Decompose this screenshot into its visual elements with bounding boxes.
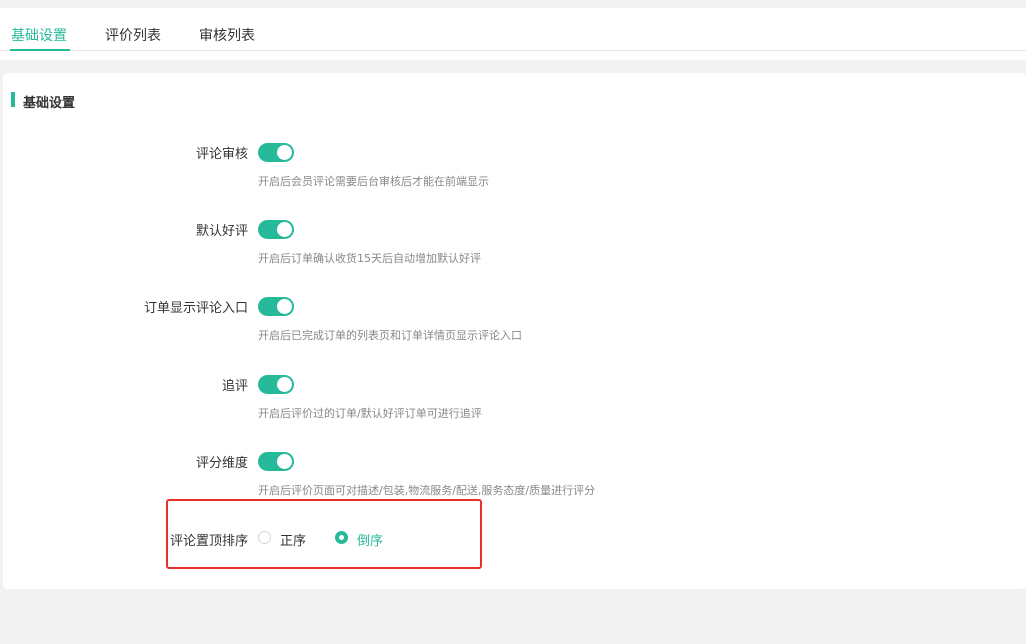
tab-basic-settings[interactable]: 基础设置 (11, 25, 67, 45)
setting-label-order-review-entry: 订单显示评论入口 (143, 301, 248, 316)
rating-dimensions-switch[interactable] (258, 452, 294, 471)
setting-hint-order-review-entry: 开启后已完成订单的列表页和订单详情页显示评论入口 (258, 329, 522, 342)
active-tab-indicator (10, 49, 70, 51)
tab-audit-list[interactable]: 审核列表 (199, 25, 255, 45)
switch-knob (277, 454, 292, 469)
setting-label-default-praise: 默认好评 (195, 224, 248, 239)
order-review-entry-switch[interactable] (258, 297, 294, 316)
switch-knob (277, 377, 292, 392)
default-praise-switch[interactable] (258, 220, 294, 239)
tab-bar: 基础设置 评价列表 审核列表 (0, 8, 1026, 60)
switch-knob (277, 145, 292, 160)
setting-label-rating-dimensions: 评分维度 (195, 456, 248, 471)
tab-divider (0, 50, 1026, 51)
switch-knob (277, 222, 292, 237)
highlight-annotation-box (166, 499, 482, 569)
follow-up-review-switch[interactable] (258, 375, 294, 394)
setting-hint-review-audit: 开启后会员评论需要后台审核后才能在前端显示 (258, 175, 489, 188)
setting-label-review-audit: 评论审核 (195, 147, 248, 162)
section-accent-bar (11, 92, 15, 107)
setting-hint-default-praise: 开启后订单确认收货15天后自动增加默认好评 (258, 252, 481, 265)
setting-label-follow-up-review: 追评 (221, 379, 248, 394)
setting-hint-rating-dimensions: 开启后评价页面可对描述/包装,物流服务/配送,服务态度/质量进行评分 (258, 484, 596, 497)
switch-knob (277, 299, 292, 314)
tab-review-list[interactable]: 评价列表 (105, 25, 161, 45)
setting-hint-follow-up-review: 开启后评价过的订单/默认好评订单可进行追评 (258, 407, 482, 420)
review-audit-switch[interactable] (258, 143, 294, 162)
section-title: 基础设置 (23, 96, 76, 111)
